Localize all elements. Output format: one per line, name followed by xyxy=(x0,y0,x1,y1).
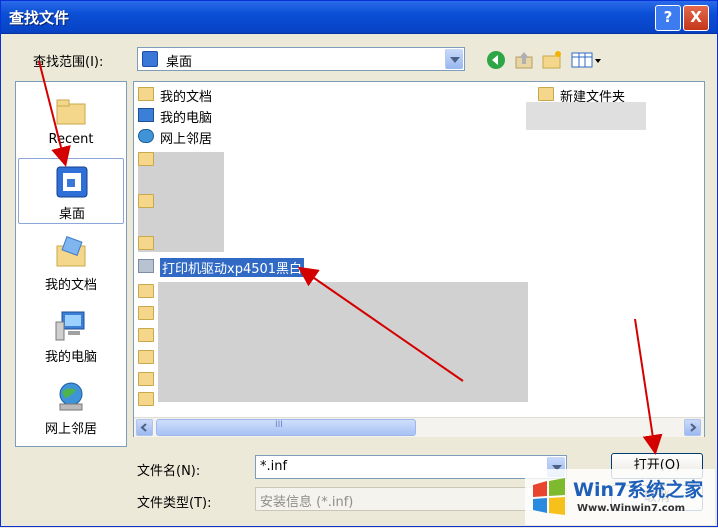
place-desktop[interactable]: 桌面 xyxy=(18,158,124,224)
places-bar: Recent 桌面 我的文档 我的电脑 网上邻居 xyxy=(15,81,127,447)
filename-label: 文件名(N): xyxy=(137,464,201,479)
scroll-thumb-grip: III xyxy=(275,420,283,430)
filename-value: *.inf xyxy=(260,459,288,474)
place-label: Recent xyxy=(48,132,94,147)
back-arrow-icon xyxy=(487,51,505,69)
my-computer-icon xyxy=(55,311,85,341)
folder-icon xyxy=(138,350,154,364)
place-recent[interactable]: Recent xyxy=(18,88,124,154)
up-folder-button[interactable] xyxy=(513,49,535,71)
chevron-right-icon xyxy=(690,423,697,432)
close-button[interactable]: X xyxy=(683,5,709,31)
windows-flag-icon xyxy=(533,478,565,515)
up-folder-icon xyxy=(515,52,533,69)
place-my-documents[interactable]: 我的文档 xyxy=(18,230,124,296)
place-label: 我的文档 xyxy=(44,278,97,293)
scroll-right-button[interactable] xyxy=(684,419,701,436)
view-menu-button[interactable] xyxy=(569,49,603,71)
my-computer-icon xyxy=(138,108,154,122)
watermark-url: Www.Winwin7.com xyxy=(577,503,686,514)
my-documents-icon xyxy=(138,87,154,101)
desktop-icon xyxy=(56,166,88,198)
filename-input[interactable]: *.inf xyxy=(255,455,567,479)
folder-icon xyxy=(138,152,154,166)
find-file-dialog: 查找文件 ? X 查找范围(I): 桌面 Recent 桌面 我的文档 我的电脑… xyxy=(0,0,718,527)
horizontal-scrollbar[interactable]: III xyxy=(134,417,704,437)
chevron-down-icon[interactable] xyxy=(445,49,463,69)
look-in-select[interactable]: 桌面 xyxy=(137,47,465,71)
my-documents-icon xyxy=(56,236,86,267)
folder-icon xyxy=(138,372,154,386)
file-type-value: 安装信息 (*.inf) xyxy=(260,495,354,510)
folder-icon xyxy=(138,194,154,208)
folder-icon xyxy=(138,306,154,320)
folder-icon xyxy=(138,328,154,342)
desktop-icon xyxy=(142,51,158,67)
back-button[interactable] xyxy=(485,49,507,71)
list-item-label: 我的电脑 xyxy=(160,111,213,126)
file-list[interactable]: 我的文档 我的电脑 网上邻居 打印机驱动xp4501黑白 新建文件夹 xyxy=(133,81,705,437)
folder-icon xyxy=(138,392,154,406)
new-folder-icon xyxy=(542,51,561,69)
folder-icon xyxy=(138,259,154,273)
place-label: 我的电脑 xyxy=(44,350,97,365)
network-globe-icon xyxy=(59,382,83,411)
watermark-logo: Win7系统之家 Www.Winwin7.com xyxy=(525,469,715,525)
place-label: 桌面 xyxy=(58,207,85,222)
view-grid-icon xyxy=(571,52,601,68)
place-my-computer[interactable]: 我的电脑 xyxy=(18,302,124,368)
look-in-value: 桌面 xyxy=(166,55,193,70)
selected-item-label: 打印机驱动xp4501黑白 xyxy=(160,258,305,277)
folder-icon xyxy=(538,87,554,101)
recent-folder-icon xyxy=(56,99,86,125)
file-type-label: 文件类型(T): xyxy=(137,496,212,511)
title-bar[interactable]: 查找文件 ? X xyxy=(1,1,717,34)
file-type-select[interactable]: 安装信息 (*.inf) xyxy=(255,487,567,511)
dialog-title: 查找文件 xyxy=(9,9,70,27)
list-item-label: 网上邻居 xyxy=(160,132,213,147)
scroll-thumb[interactable]: III xyxy=(156,419,416,436)
folder-icon xyxy=(138,236,154,250)
blurred-region xyxy=(158,282,528,402)
list-item-label: 我的文档 xyxy=(160,90,213,105)
watermark-title: Win7系统之家 xyxy=(573,479,704,501)
new-folder-button[interactable] xyxy=(541,49,563,71)
help-button[interactable]: ? xyxy=(655,5,681,31)
network-globe-icon xyxy=(138,129,154,143)
chevron-left-icon xyxy=(140,423,147,432)
place-label: 网上邻居 xyxy=(44,422,97,437)
folder-icon xyxy=(138,284,154,298)
look-in-label: 查找范围(I): xyxy=(33,55,104,70)
scroll-left-button[interactable] xyxy=(136,419,153,436)
blurred-region xyxy=(526,102,646,130)
place-network[interactable]: 网上邻居 xyxy=(18,374,124,440)
